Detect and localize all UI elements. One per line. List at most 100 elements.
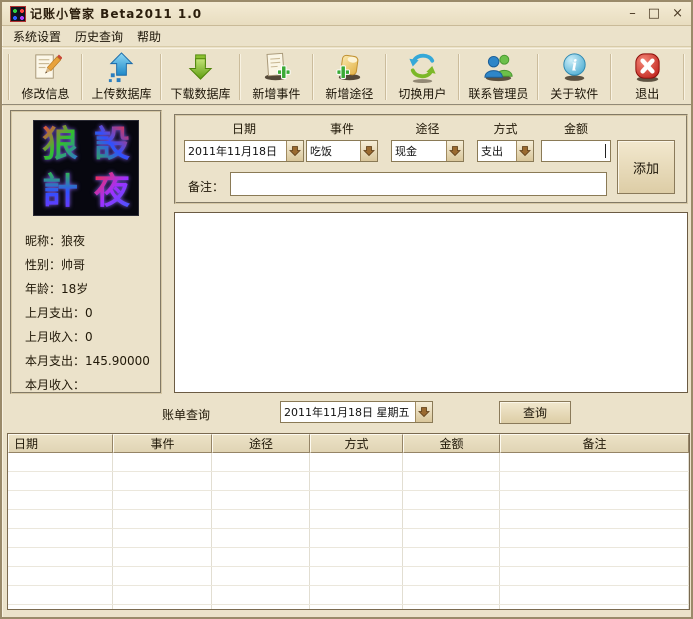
profile-lastmonth-expense: 上月支出：0 [25, 306, 93, 320]
channel-combobox[interactable]: 现金 [391, 140, 464, 162]
table-row [8, 491, 689, 510]
chevron-down-icon [289, 146, 301, 157]
contact-admin-button[interactable]: 联系管理员 [464, 49, 532, 104]
date-value: 2011年11月18日 [188, 145, 277, 158]
table-row [8, 548, 689, 567]
toolbar-divider [311, 53, 314, 100]
svg-text:i: i [572, 57, 578, 74]
dropdown-arrow-button[interactable] [415, 402, 432, 422]
chevron-down-icon [418, 407, 430, 418]
method-combobox[interactable]: 支出 [477, 140, 534, 162]
channel-column-label: 途径 [415, 122, 440, 136]
close-button[interactable]: × [672, 4, 683, 24]
event-combobox[interactable]: 吃饭 [306, 140, 378, 162]
app-window: 记账小管家 Beta2011 1.0 – □ × 系统设置 历史查询 帮助 修改… [0, 0, 693, 619]
table-row [8, 510, 689, 529]
profile-age: 年龄：18岁 [25, 282, 89, 296]
toolbar-divider [159, 53, 162, 100]
edit-icon [35, 54, 62, 79]
exit-icon [635, 53, 660, 82]
maximize-button[interactable]: □ [648, 4, 660, 24]
switch-user-icon [409, 53, 436, 84]
toolbar-divider [80, 53, 83, 100]
window-title: 记账小管家 Beta2011 1.0 [30, 7, 203, 21]
toolbar-divider [609, 53, 612, 100]
menu-item-system-settings[interactable]: 系统设置 [6, 26, 68, 47]
toolbar-divider [457, 53, 460, 100]
query-date-combobox[interactable]: 2011年11月18日 星期五 [280, 401, 433, 423]
header-method[interactable]: 方式 [310, 434, 403, 453]
toolbar-button-label: 下载数据库 [170, 87, 231, 101]
profile-thismonth-income: 本月收入： [25, 378, 86, 392]
add-button[interactable]: 添加 [617, 140, 675, 194]
chevron-down-icon [363, 146, 375, 157]
menu-bar: 系统设置 历史查询 帮助 [2, 27, 691, 47]
note-label: 备注： [188, 180, 225, 194]
toolbar-divider [384, 53, 387, 100]
menu-item-help[interactable]: 帮助 [130, 26, 168, 47]
exit-button[interactable]: 退出 [616, 49, 678, 104]
chevron-down-icon [449, 146, 461, 157]
records-table: 日期 事件 途径 方式 金额 备注 [7, 433, 690, 610]
records-display-box[interactable] [174, 212, 688, 393]
header-date[interactable]: 日期 [8, 434, 113, 453]
query-date-value: 2011年11月18日 星期五 [284, 406, 410, 419]
table-body [8, 453, 689, 609]
avatar-char: 狼 [41, 123, 78, 165]
channel-value: 现金 [395, 145, 417, 158]
avatar-char: 計 [41, 170, 78, 212]
toolbar-button-label: 修改信息 [21, 87, 70, 101]
profile-panel: 狼 設 計 夜 昵称：狼夜 性别：帅哥 年龄：18岁 上月支出：0 上月收入：0… [10, 110, 162, 394]
amount-input-wrap [541, 140, 611, 162]
header-amount[interactable]: 金额 [403, 434, 500, 453]
avatar-char: 設 [93, 123, 130, 165]
edit-info-button[interactable]: 修改信息 [14, 49, 76, 104]
profile-gender: 性别：帅哥 [25, 258, 86, 272]
event-value: 吃饭 [310, 145, 332, 158]
toolbar-divider [8, 53, 10, 100]
avatar-char: 夜 [93, 170, 130, 212]
header-channel[interactable]: 途径 [212, 434, 310, 453]
profile-lastmonth-income: 上月收入：0 [25, 330, 93, 344]
toolbar-button-label: 切换用户 [398, 87, 447, 101]
table-header-row: 日期 事件 途径 方式 金额 备注 [8, 434, 689, 453]
app-icon [10, 5, 26, 22]
toolbar: 修改信息 上传数据库 下载数据库 新增事件 新增途径 切换用户 联系管理员 i … [2, 48, 691, 106]
query-button[interactable]: 查询 [499, 401, 571, 424]
toolbar-divider [536, 53, 539, 100]
upload-database-button[interactable]: 上传数据库 [87, 49, 155, 104]
table-row [8, 453, 689, 472]
dropdown-arrow-button[interactable] [360, 141, 377, 161]
dropdown-arrow-button[interactable] [286, 141, 303, 161]
download-database-icon [188, 54, 213, 80]
menu-item-history-query[interactable]: 历史查询 [68, 26, 130, 47]
contact-admin-icon [484, 54, 513, 82]
about-icon: i [563, 53, 586, 81]
minimize-button[interactable]: – [629, 4, 636, 24]
toolbar-button-label: 新增途径 [325, 87, 374, 101]
add-event-icon [264, 52, 291, 81]
profile-nickname: 昵称：狼夜 [25, 234, 86, 248]
header-event[interactable]: 事件 [113, 434, 212, 453]
chevron-down-icon [519, 146, 531, 157]
switch-user-button[interactable]: 切换用户 [391, 49, 453, 104]
table-row [8, 472, 689, 491]
add-event-button[interactable]: 新增事件 [245, 49, 307, 104]
about-software-button[interactable]: i 关于软件 [543, 49, 605, 104]
amount-input[interactable] [542, 141, 610, 161]
download-database-button[interactable]: 下载数据库 [166, 49, 234, 104]
table-row [8, 586, 689, 605]
bill-query-label: 账单查询 [162, 408, 211, 422]
header-note[interactable]: 备注 [500, 434, 689, 453]
method-column-label: 方式 [493, 122, 518, 136]
add-channel-button[interactable]: 新增途径 [318, 49, 380, 104]
dropdown-arrow-button[interactable] [516, 141, 533, 161]
table-row [8, 605, 689, 609]
date-combobox[interactable]: 2011年11月18日 [184, 140, 304, 162]
profile-thismonth-expense: 本月支出：145.90000 [25, 354, 150, 368]
entry-form-panel: 日期 事件 途径 方式 金额 2011年11月18日 吃饭 现金 支出 备注： … [174, 114, 688, 204]
toolbar-divider [682, 53, 685, 100]
toolbar-button-label: 关于软件 [550, 87, 599, 101]
dropdown-arrow-button[interactable] [446, 141, 463, 161]
note-input[interactable] [230, 172, 607, 196]
